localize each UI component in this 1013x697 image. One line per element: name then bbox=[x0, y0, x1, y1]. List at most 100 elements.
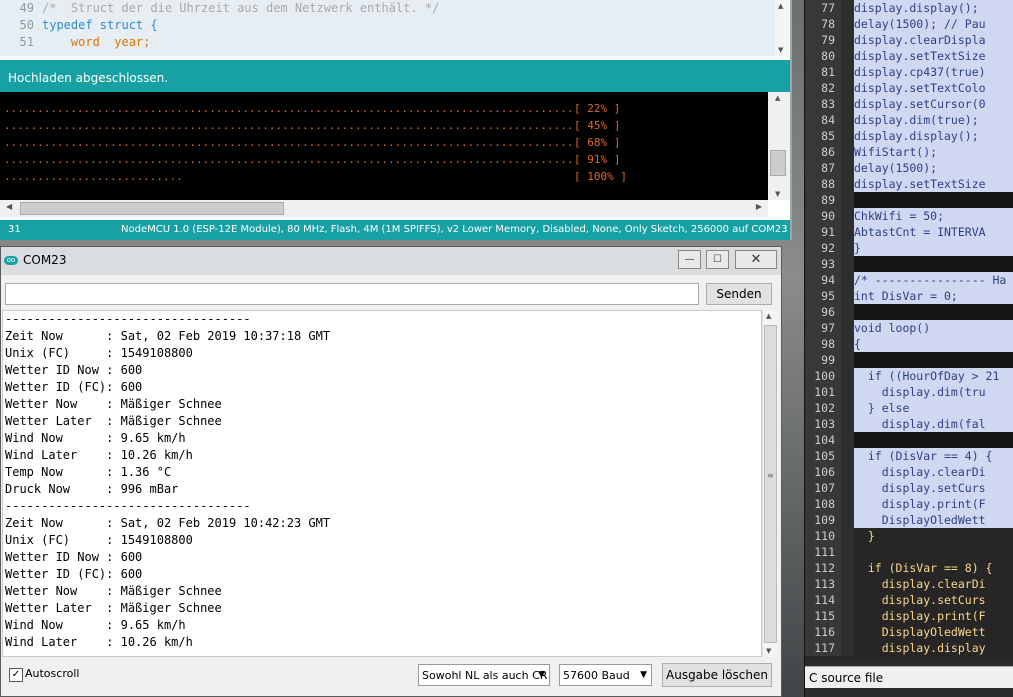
console-hscrollbar[interactable]: ◀ ▶ bbox=[0, 200, 768, 217]
line-text: display.setTextSize bbox=[854, 176, 1013, 192]
code-line[interactable]: 94 /* ---------------- Ha bbox=[805, 272, 1013, 288]
code-line[interactable]: 99 bbox=[805, 352, 1013, 368]
code-line[interactable]: 101 display.dim(tru bbox=[805, 384, 1013, 400]
serial-line: Wetter Later : Mäßiger Schnee bbox=[5, 601, 222, 615]
code-line[interactable]: 100 if ((HourOfDay > 21 bbox=[805, 368, 1013, 384]
scroll-thumb[interactable]: ≡ bbox=[764, 325, 777, 643]
line-text: typedef struct { bbox=[42, 18, 158, 32]
fold-margin bbox=[841, 144, 854, 160]
serial-line: Zeit Now : Sat, 02 Feb 2019 10:42:23 GMT bbox=[5, 516, 331, 530]
code-line[interactable]: 114 display.setCurs bbox=[805, 592, 1013, 608]
code-line[interactable]: 117 display.display bbox=[805, 640, 1013, 656]
scroll-up-icon[interactable]: ▲ bbox=[766, 312, 771, 320]
serial-scrollbar[interactable]: ▲ ≡ ▼ bbox=[762, 310, 778, 657]
sketch-scrollbar[interactable]: ▲ ▼ bbox=[775, 0, 790, 56]
code-line[interactable]: 77 display.display(); bbox=[805, 0, 1013, 16]
code-line[interactable]: 108 display.print(F bbox=[805, 496, 1013, 512]
send-button[interactable]: Senden bbox=[706, 283, 772, 305]
scroll-thumb[interactable] bbox=[770, 150, 786, 176]
code-line[interactable]: 90 ChkWifi = 50; bbox=[805, 208, 1013, 224]
clear-output-button[interactable]: Ausgabe löschen bbox=[662, 663, 772, 687]
fold-margin bbox=[841, 208, 854, 224]
scroll-left-icon[interactable]: ◀ bbox=[6, 202, 12, 211]
scroll-right-icon[interactable]: ▶ bbox=[756, 202, 762, 211]
build-console[interactable]: ........................................… bbox=[0, 92, 768, 200]
serial-monitor-window[interactable]: oo COM23 — ☐ ✕ Senden ------------------… bbox=[0, 246, 782, 697]
line-text: display.clearDispla bbox=[854, 32, 1013, 48]
code-line[interactable]: 96 bbox=[805, 304, 1013, 320]
code-line[interactable]: 115 display.print(F bbox=[805, 608, 1013, 624]
serial-output[interactable]: ---------------------------------- Zeit N… bbox=[2, 310, 762, 657]
code-line[interactable]: 79 display.clearDispla bbox=[805, 32, 1013, 48]
line-text: display.clearDi bbox=[854, 577, 986, 591]
line-text: if ((HourOfDay > 21 bbox=[854, 368, 1013, 384]
code-line[interactable]: 113 display.clearDi bbox=[805, 576, 1013, 592]
scroll-up-icon[interactable]: ▲ bbox=[778, 2, 783, 10]
fold-margin bbox=[841, 128, 854, 144]
code-line[interactable]: 111 bbox=[805, 544, 1013, 560]
code-line[interactable]: 103 display.dim(fal bbox=[805, 416, 1013, 432]
line-text: { bbox=[854, 336, 1013, 352]
code-line[interactable]: 98 { bbox=[805, 336, 1013, 352]
code-line[interactable]: 88 display.setTextSize bbox=[805, 176, 1013, 192]
code-line[interactable]: 86 WifiStart(); bbox=[805, 144, 1013, 160]
code-line[interactable]: 107 display.setCurs bbox=[805, 480, 1013, 496]
code-line[interactable]: 92} bbox=[805, 240, 1013, 256]
sketch-line[interactable]: 50 typedef struct { bbox=[0, 17, 775, 34]
code-line[interactable]: 87 delay(1500); bbox=[805, 160, 1013, 176]
serial-line: Wind Now : 9.65 km/h bbox=[5, 618, 186, 632]
scroll-down-icon[interactable]: ▼ bbox=[766, 647, 771, 655]
fold-margin bbox=[841, 448, 854, 464]
code-line[interactable]: 106 display.clearDi bbox=[805, 464, 1013, 480]
fold-margin bbox=[841, 560, 854, 576]
arduino-ide-window[interactable]: 49 /* Struct der die Uhrzeit aus dem Netz… bbox=[0, 0, 792, 240]
maximize-button[interactable]: ☐ bbox=[706, 250, 729, 269]
scroll-down-icon[interactable]: ▼ bbox=[778, 46, 783, 54]
code-line[interactable]: 93 bbox=[805, 256, 1013, 272]
code-line[interactable]: 84 display.dim(true); bbox=[805, 112, 1013, 128]
scroll-up-icon[interactable]: ▲ bbox=[775, 94, 780, 102]
close-button[interactable]: ✕ bbox=[735, 250, 777, 269]
code-editor-window[interactable]: 77 display.display(); 78 delay(1500); // Pa… bbox=[804, 0, 1013, 697]
code-line[interactable]: 80 display.setTextSize bbox=[805, 48, 1013, 64]
baud-select[interactable]: 57600 Baud ▼ bbox=[559, 664, 652, 686]
progress-percent: [ 45% ] bbox=[574, 119, 621, 132]
line-number: 94 bbox=[805, 272, 841, 288]
code-line[interactable]: 83 display.setCursor(0 bbox=[805, 96, 1013, 112]
sketch-line[interactable]: 49 /* Struct der die Uhrzeit aus dem Netz… bbox=[0, 0, 775, 17]
code-line[interactable]: 85 display.display(); bbox=[805, 128, 1013, 144]
scroll-down-icon[interactable]: ▼ bbox=[775, 190, 780, 198]
code-line[interactable]: 116 DisplayOledWett bbox=[805, 624, 1013, 640]
code-line[interactable]: 105 if (DisVar == 4) { bbox=[805, 448, 1013, 464]
code-line[interactable]: 82 display.setTextColo bbox=[805, 80, 1013, 96]
line-text: /* ---------------- Ha bbox=[854, 272, 1013, 288]
line-ending-select[interactable]: Sowohl NL als auch CR ▼ bbox=[418, 664, 550, 686]
code-line[interactable]: 89 bbox=[805, 192, 1013, 208]
code-line[interactable]: 97 void loop() bbox=[805, 320, 1013, 336]
console-scrollbar[interactable]: ▲ ▼ bbox=[768, 92, 790, 200]
line-number: 81 bbox=[805, 64, 841, 80]
serial-title-bar[interactable]: oo COM23 — ☐ ✕ bbox=[1, 247, 781, 275]
code-line[interactable]: 81 display.cp437(true) bbox=[805, 64, 1013, 80]
code-line[interactable]: 104 bbox=[805, 432, 1013, 448]
code-line[interactable]: 91 AbtastCnt = INTERVA bbox=[805, 224, 1013, 240]
fold-margin bbox=[841, 528, 854, 544]
code-line[interactable]: 78 delay(1500); // Pau bbox=[805, 16, 1013, 32]
code-line[interactable]: 110 } bbox=[805, 528, 1013, 544]
fold-margin bbox=[841, 608, 854, 624]
code-editor-area[interactable]: 77 display.display(); 78 delay(1500); // Pa… bbox=[805, 0, 1013, 660]
serial-line: Wetter Now : Mäßiger Schnee bbox=[5, 584, 222, 598]
code-line[interactable]: 102 } else bbox=[805, 400, 1013, 416]
code-line[interactable]: 95 int DisVar = 0; bbox=[805, 288, 1013, 304]
minimize-button[interactable]: — bbox=[678, 250, 701, 269]
fold-margin bbox=[841, 496, 854, 512]
sketch-line[interactable]: 51 word year; bbox=[0, 34, 775, 51]
code-line[interactable]: 112 if (DisVar == 8) { bbox=[805, 560, 1013, 576]
line-number: 49 bbox=[19, 1, 34, 15]
autoscroll-checkbox[interactable]: ✓ bbox=[9, 668, 23, 682]
hscroll-thumb[interactable] bbox=[20, 202, 284, 215]
line-text: display.clearDi bbox=[854, 464, 1013, 480]
code-line[interactable]: 109 DisplayOledWett bbox=[805, 512, 1013, 528]
sketch-editor[interactable]: 49 /* Struct der die Uhrzeit aus dem Netz… bbox=[0, 0, 775, 56]
serial-send-input[interactable] bbox=[5, 283, 699, 305]
